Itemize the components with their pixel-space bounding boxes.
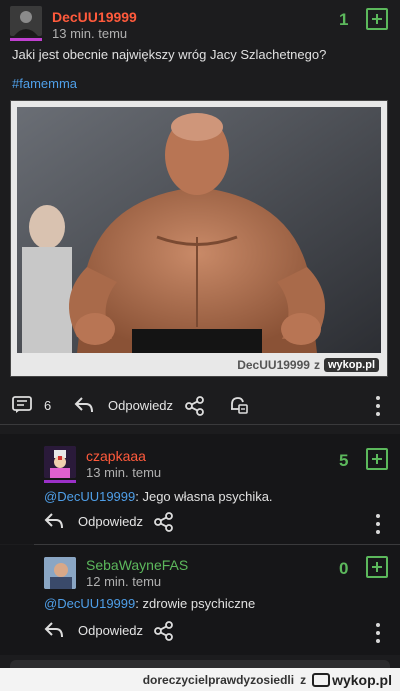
post-divider (0, 424, 400, 425)
comment-author-name[interactable]: czapkaaa (86, 448, 146, 464)
comment-item: czapkaaa 13 min. temu 5 @DecUU19999: Jeg… (0, 434, 400, 544)
share-icon (185, 396, 205, 416)
post-vote-count: 1 (339, 10, 349, 29)
notify-bell-icon (228, 395, 248, 415)
post-time[interactable]: 13 min. temu (52, 26, 127, 41)
comments-icon (12, 396, 32, 414)
comment-time[interactable]: 12 min. temu (86, 574, 161, 589)
footer-wykop-logo: wykop.pl (312, 672, 392, 688)
comment-plus-vote-icon[interactable] (366, 556, 388, 578)
comment-author-avatar[interactable] (44, 446, 76, 478)
comment-mention-link[interactable]: @DecUU19999 (44, 596, 135, 611)
post-plus-vote-icon[interactable] (366, 8, 388, 30)
comment-plus-vote-icon[interactable] (366, 448, 388, 470)
comment-share-button[interactable] (154, 512, 174, 532)
avatar-color-bar (44, 480, 76, 483)
comment-time[interactable]: 13 min. temu (86, 465, 161, 480)
comment-mention-link[interactable]: @DecUU19999 (44, 489, 135, 504)
share-icon (154, 621, 174, 641)
wykop-logo-icon (312, 672, 331, 687)
comment-item: SebaWayneFAS 12 min. temu 0 @DecUU19999:… (0, 545, 400, 655)
footer-username: doreczycielprawdyzosiedli (142, 672, 295, 687)
post-image[interactable] (17, 107, 381, 353)
comments-count-button[interactable]: 6 (12, 396, 51, 414)
comment-author-name[interactable]: SebaWayneFAS (86, 557, 188, 573)
comments-count: 6 (44, 397, 52, 413)
comment-author-avatar[interactable] (44, 557, 76, 589)
comment-share-button[interactable] (154, 621, 174, 641)
comment-reply-button[interactable]: Odpowiedz (44, 512, 143, 530)
reply-icon (44, 512, 64, 530)
image-watermark: DecUU19999 z wykop.pl (237, 358, 379, 372)
reply-icon (74, 396, 94, 414)
comment-reply-label: Odpowiedz (78, 622, 144, 638)
notify-button[interactable] (228, 395, 248, 415)
reply-button[interactable]: Odpowiedz (74, 396, 173, 414)
post-tag-link[interactable]: #famemma (12, 76, 77, 91)
comment-text: @DecUU19999: Jego własna psychika. (44, 489, 273, 504)
post-author-name[interactable]: DecUU19999 (52, 9, 137, 25)
avatar-color-bar (10, 38, 42, 41)
post-text: Jaki jest obecnie największy wróg Jacy S… (12, 47, 327, 62)
footer-z: z (300, 672, 307, 687)
footer-watermark: doreczycielprawdyzosiedli z wykop.pl (0, 668, 400, 691)
comment-more-icon[interactable] (375, 514, 381, 534)
comment-text-content: : Jego własna psychika. (135, 489, 273, 504)
watermark-z: z (313, 358, 320, 372)
watermark-site: wykop.pl (323, 358, 379, 372)
share-icon (154, 512, 174, 532)
post-image-frame[interactable]: DecUU19999 z wykop.pl (10, 100, 388, 377)
comment-vote-count: 5 (339, 451, 349, 470)
comment-reply-label: Odpowiedz (78, 513, 144, 529)
post-author-avatar[interactable] (10, 6, 42, 36)
reply-icon (44, 621, 64, 639)
comment-reply-button[interactable]: Odpowiedz (44, 621, 143, 639)
comment-more-icon[interactable] (375, 623, 381, 643)
reply-label: Odpowiedz (108, 397, 174, 413)
post-more-icon[interactable] (375, 396, 381, 416)
footer-site: wykop.pl (332, 671, 392, 688)
comment-text-content: : zdrowie psychiczne (135, 596, 256, 611)
main-post: DecUU19999 13 min. temu 1 Jaki jest obec… (0, 0, 400, 424)
comment-vote-count: 0 (339, 559, 349, 578)
comment-text: @DecUU19999: zdrowie psychiczne (44, 596, 255, 611)
watermark-user: DecUU19999 (237, 358, 310, 372)
share-button[interactable] (185, 396, 205, 416)
